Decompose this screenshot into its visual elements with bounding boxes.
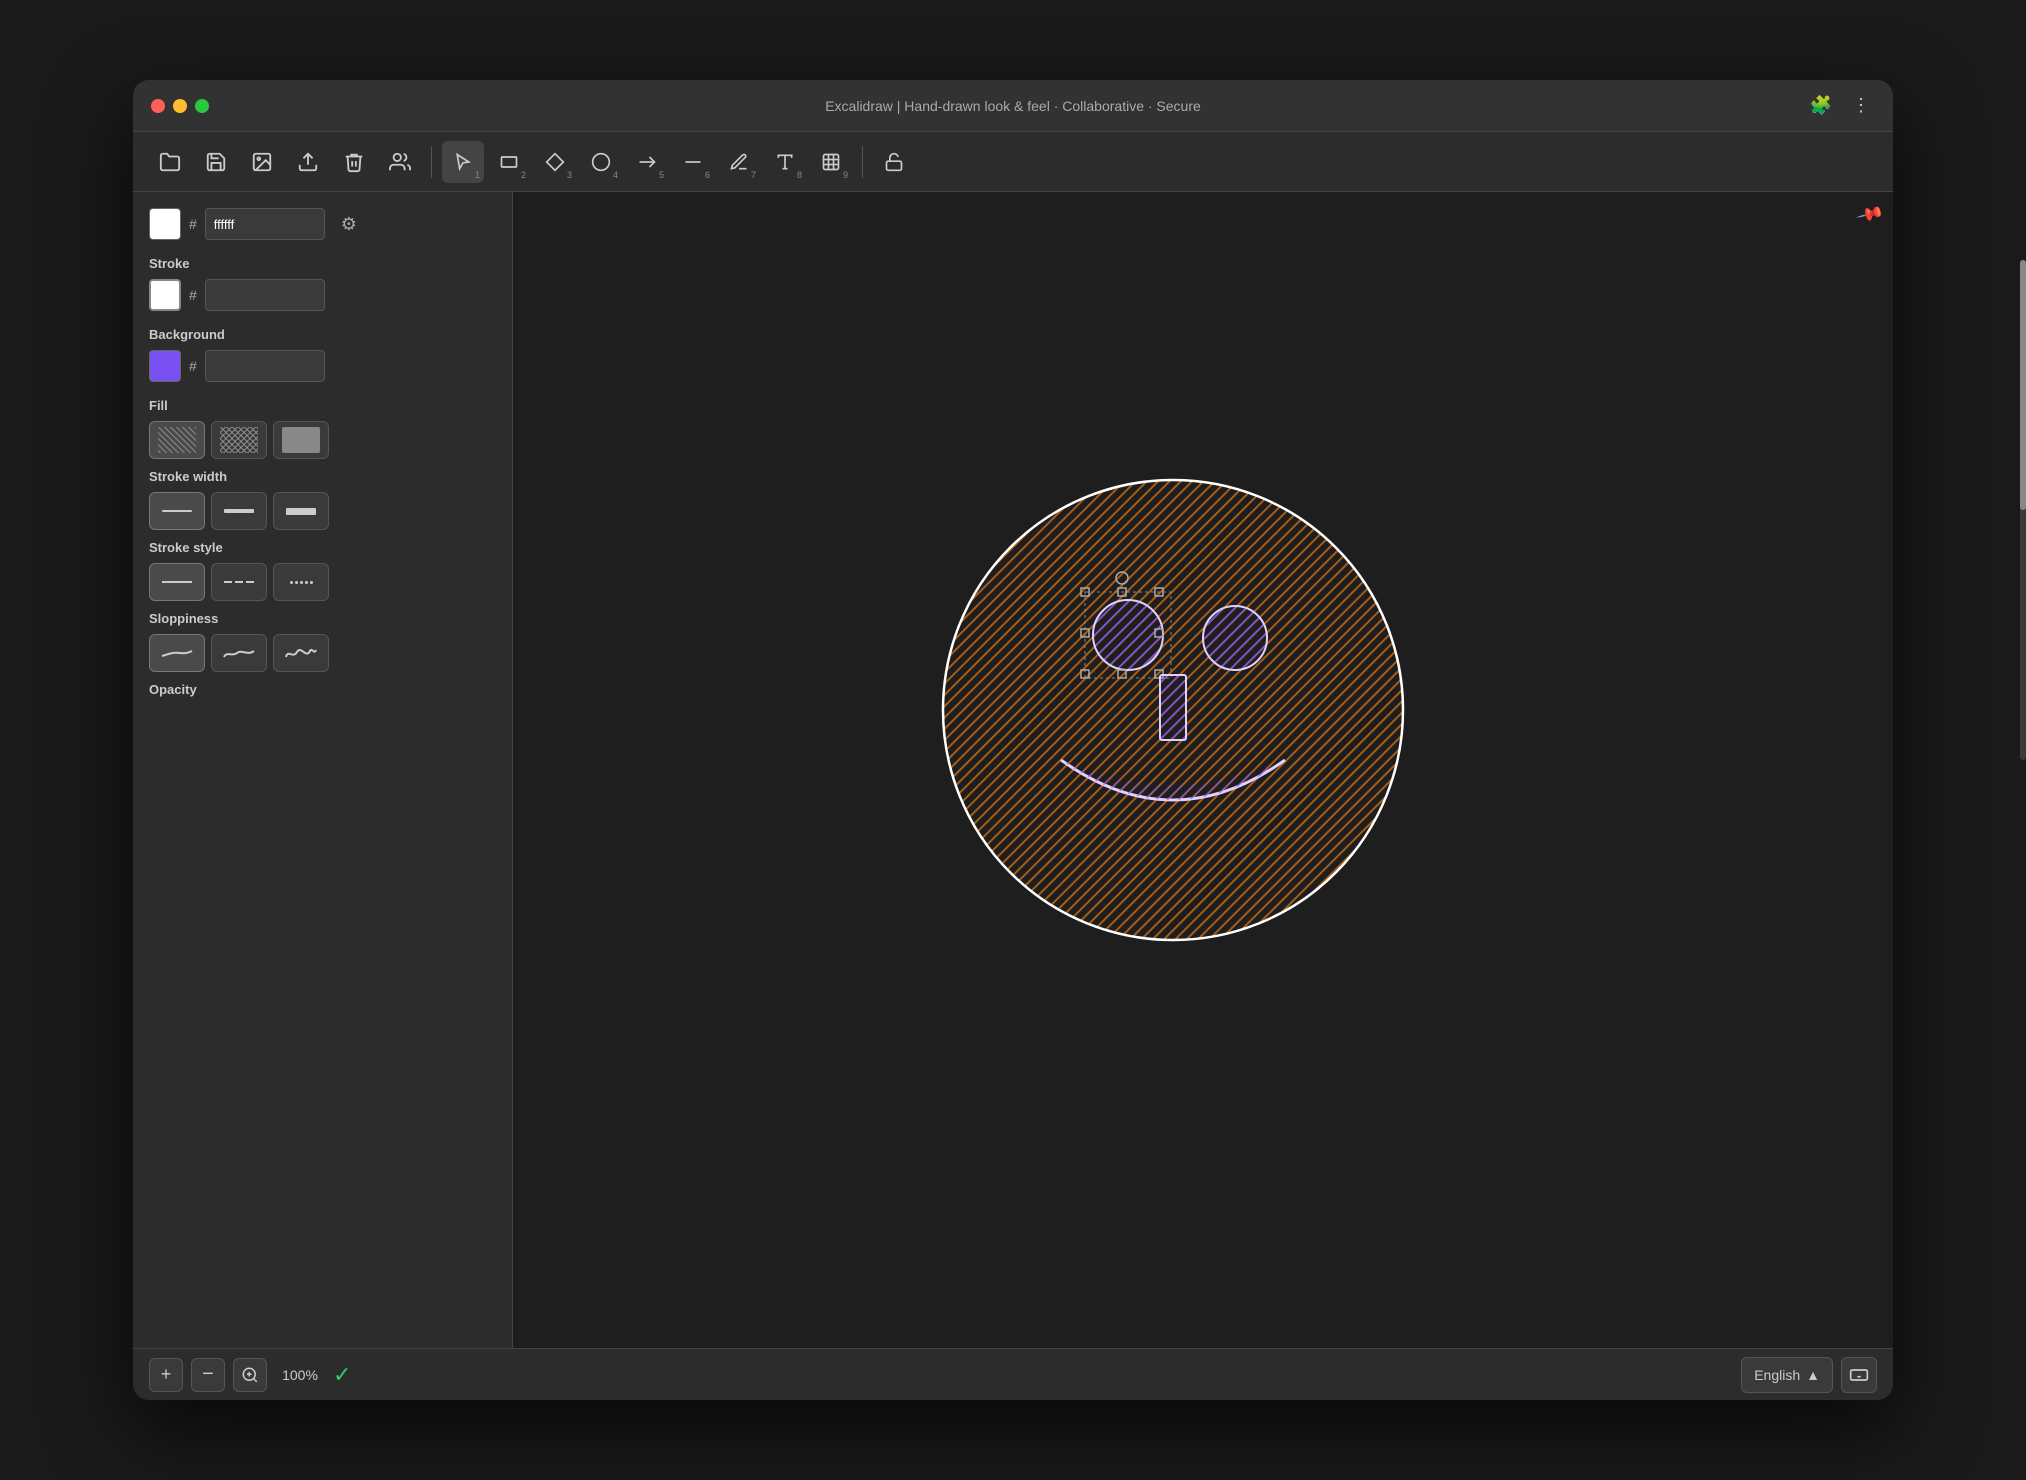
toolbar: 1 2 3 4 5 6 7 8 [133,132,1893,192]
delete-tool[interactable] [333,141,375,183]
toolbar-divider-2 [862,146,863,178]
diamond-tool-num: 3 [567,170,572,180]
bottom-bar: + − 100% ✓ English ▲ [133,1348,1893,1400]
open-tool[interactable] [149,141,191,183]
canvas-color-swatch[interactable] [149,208,181,240]
fill-solid-btn[interactable] [273,421,329,459]
background-label: Background [149,327,496,342]
titlebar-actions: 🧩 ⋮ [1807,92,1875,120]
app-window: Excalidraw | Hand-drawn look & feel · Co… [133,80,1893,1400]
zoom-fit-button[interactable] [233,1358,267,1392]
stroke-label: Stroke [149,256,496,271]
pencil-tool[interactable]: 7 [718,141,760,183]
background-color-input[interactable]: 7950f2 [205,350,325,382]
text-tool-num: 8 [797,170,802,180]
stroke-style-label: Stroke style [149,540,496,555]
canvas-color-gear[interactable]: ⚙ [333,208,365,240]
sidebar: # ffffff ⚙ Stroke # 000000 Background # … [133,192,513,1348]
zoom-out-button[interactable]: − [191,1358,225,1392]
sloppiness-medium-btn[interactable] [211,634,267,672]
canvas-area[interactable]: 📌 [513,192,1893,1348]
ellipse-tool[interactable]: 4 [580,141,622,183]
select-tool[interactable]: 1 [442,141,484,183]
zoom-in-button[interactable]: + [149,1358,183,1392]
fill-cross-hatch-btn[interactable] [211,421,267,459]
lock-tool[interactable] [873,141,915,183]
toolbar-divider [431,146,432,178]
menu-icon[interactable]: ⋮ [1847,92,1875,120]
shield-icon: ✓ [333,1362,351,1388]
stroke-color-input[interactable]: 000000 [205,279,325,311]
diamond-tool[interactable]: 3 [534,141,576,183]
export-tool[interactable] [287,141,329,183]
sloppiness-low-btn[interactable] [149,634,205,672]
sloppiness-label: Sloppiness [149,611,496,626]
fill-label: Fill [149,398,496,413]
ellipse-tool-num: 4 [613,170,618,180]
canvas-svg [513,192,1893,1348]
stroke-width-label: Stroke width [149,469,496,484]
fill-hatch-btn[interactable] [149,421,205,459]
main-area: # ffffff ⚙ Stroke # 000000 Background # … [133,192,1893,1348]
collaborate-tool[interactable] [379,141,421,183]
language-selector[interactable]: English ▲ [1741,1357,1833,1393]
keyboard-button[interactable] [1841,1357,1877,1393]
rectangle-tool-num: 2 [521,170,526,180]
rectangle-tool[interactable]: 2 [488,141,530,183]
arrow-tool[interactable]: 5 [626,141,668,183]
stroke-color-swatch[interactable] [149,279,181,311]
arrow-tool-num: 5 [659,170,664,180]
maximize-button[interactable] [195,99,209,113]
export-image-tool[interactable] [241,141,283,183]
language-chevron: ▲ [1806,1367,1820,1383]
close-button[interactable] [151,99,165,113]
line-tool[interactable]: 6 [672,141,714,183]
minimize-button[interactable] [173,99,187,113]
image-tool-num: 9 [843,170,848,180]
bottom-right: English ▲ [1741,1357,1877,1393]
stroke-style-options [149,563,496,601]
language-label: English [1754,1367,1800,1383]
titlebar: Excalidraw | Hand-drawn look & feel · Co… [133,80,1893,132]
extensions-icon[interactable]: 🧩 [1807,92,1835,120]
stroke-thick-btn[interactable] [273,492,329,530]
stroke-medium-btn[interactable] [211,492,267,530]
select-tool-num: 1 [475,170,480,180]
line-tool-num: 6 [705,170,710,180]
stroke-dashed-btn[interactable] [211,563,267,601]
canvas-hash: # [189,216,197,232]
background-color-row: # 7950f2 [149,350,496,382]
sloppiness-high-btn[interactable] [273,634,329,672]
background-hash: # [189,358,197,374]
pencil-tool-num: 7 [751,170,756,180]
stroke-thin-btn[interactable] [149,492,205,530]
fill-options [149,421,496,459]
zoom-value: 100% [275,1367,325,1383]
save-tool[interactable] [195,141,237,183]
traffic-lights [151,99,209,113]
stroke-solid-btn[interactable] [149,563,205,601]
window-title: Excalidraw | Hand-drawn look & feel · Co… [825,98,1201,114]
stroke-color-row: # 000000 [149,279,496,311]
canvas-color-row: # ffffff ⚙ [149,208,496,240]
stroke-hash: # [189,287,197,303]
stroke-width-options [149,492,496,530]
stroke-dotted-btn[interactable] [273,563,329,601]
image-tool[interactable]: 9 [810,141,852,183]
canvas-color-input[interactable]: ffffff [205,208,325,240]
opacity-label: Opacity [149,682,496,697]
text-tool[interactable]: 8 [764,141,806,183]
sloppiness-options [149,634,496,672]
background-color-swatch[interactable] [149,350,181,382]
